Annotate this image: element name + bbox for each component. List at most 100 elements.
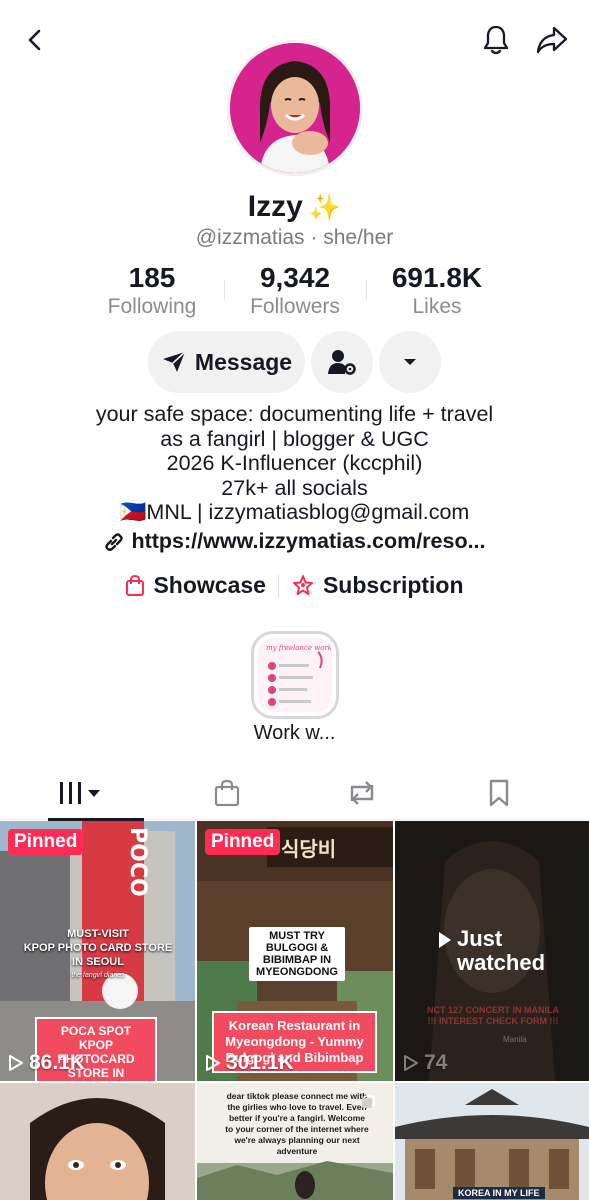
profile-bio: your safe space: documenting life + trav…: [0, 402, 589, 525]
profile-stats: 185 Following 9,342 Followers 691.8K Lik…: [0, 262, 589, 322]
back-button[interactable]: [14, 18, 58, 62]
share-button[interactable]: [530, 18, 574, 62]
feature-row: Showcase Subscription: [0, 572, 589, 599]
pinned-badge: Pinned: [8, 829, 84, 855]
video-6-background: [395, 1083, 589, 1200]
tab-videos[interactable]: [16, 766, 146, 821]
video-1-views: 86.1K: [8, 1051, 85, 1075]
bio-line: 27k+ all socials: [221, 475, 368, 500]
bookmark-icon: [489, 779, 509, 807]
friend-settings-button[interactable]: [311, 331, 373, 393]
highlight-playlist[interactable]: my freelance work: [251, 631, 339, 719]
profile-name: Izzy: [247, 190, 303, 223]
ph-flag-emoji: 🇵🇭: [119, 500, 147, 524]
sparkle-emoji: ✨: [308, 191, 342, 222]
video-thumbnail-2[interactable]: 식당비 Pinned MUST TRY BULGOGI & BIBIMBAP I…: [197, 821, 393, 1081]
video-2-sign: 식당비: [281, 837, 337, 861]
play-icon: [206, 1055, 220, 1071]
stat-divider: [224, 280, 225, 300]
bio-line: 🇵🇭MNL | izzymatiasblog@gmail.com: [0, 500, 589, 525]
star-ribbon-icon: [292, 574, 313, 595]
user-gear-icon: [328, 350, 356, 375]
profile-name-row: Izzy ✨: [0, 190, 589, 224]
stat-followers-value: 9,342: [259, 262, 331, 293]
link-icon: [105, 532, 124, 551]
play-icon: [404, 1055, 418, 1071]
bio-email: MNL | izzymatiasblog@gmail.com: [146, 500, 470, 524]
video-3-caption: NCT 127 CONCERT IN MANILA !!! INTEREST C…: [426, 1005, 559, 1026]
profile-handle: @izzmatias · she/her: [195, 226, 394, 249]
video-thumbnail-4[interactable]: [0, 1083, 195, 1200]
video-2-views: 301.1K: [205, 1051, 294, 1075]
video-thumbnail-1[interactable]: POCO Pinned MUST-VISIT KPOP PHOTO CARD S…: [0, 821, 195, 1081]
video-1-small-caption: the fangirl diaries: [71, 972, 125, 979]
chevron-left-icon: [28, 29, 41, 51]
message-button[interactable]: Message: [148, 331, 305, 393]
tab-saved[interactable]: [434, 766, 564, 820]
send-icon: [162, 351, 186, 372]
video-1-caption-line: IN SEOUL: [72, 956, 124, 968]
stat-following[interactable]: 185 Following: [94, 262, 210, 320]
share-arrow-icon: [536, 26, 568, 54]
video-2-caption: MUST TRY BULGOGI & BIBIMBAP IN MYEONGDON…: [249, 927, 345, 981]
video-thumbnail-6[interactable]: KOREA IN MY LIFE: [395, 1083, 589, 1200]
video-1-caption: MUST-VISIT KPOP PHOTO CARD STORE IN SEOU…: [12, 927, 184, 983]
bio-line: as a fangirl | blogger & UGC: [160, 426, 429, 451]
profile-actions: Message: [0, 331, 589, 393]
showcase-label: Showcase: [153, 572, 266, 598]
video-1-caption-line: MUST-VISIT: [67, 928, 129, 940]
notifications-button[interactable]: [474, 18, 518, 62]
play-icon: [439, 932, 451, 948]
content-tabs: [0, 766, 589, 821]
multi-photo-icon: [362, 1095, 375, 1108]
video-2-view-count: 301.1K: [226, 1051, 294, 1074]
just-watched-label: Just watched: [437, 927, 557, 975]
bio-line: your safe space: documenting life + trav…: [95, 402, 494, 426]
shopping-bag-icon: [214, 779, 240, 807]
subscription-link[interactable]: Subscription: [291, 572, 464, 599]
tab-shop[interactable]: [162, 766, 292, 820]
bio-link[interactable]: https://www.izzymatias.com/reso...: [0, 529, 589, 554]
stat-following-label: Following: [107, 295, 197, 318]
just-watched-text: Just watched: [457, 926, 546, 975]
avatar-photo: [230, 43, 360, 173]
highlight-label: Work w...: [253, 722, 336, 744]
video-1-sign: POCO: [125, 827, 150, 897]
bell-icon: [483, 25, 509, 55]
bio-link-text: https://www.izzymatias.com/reso...: [131, 529, 486, 553]
pinned-badge: Pinned: [205, 829, 281, 855]
stat-likes-label: Likes: [412, 295, 462, 318]
stat-followers[interactable]: 9,342 Followers: [236, 262, 354, 320]
repost-icon: [350, 781, 374, 805]
message-button-label: Message: [194, 348, 293, 375]
bio-line: 2026 K-Influencer (kccphil): [166, 451, 423, 475]
stat-divider: [366, 280, 367, 300]
caret-down-icon: [404, 359, 416, 365]
play-icon: [9, 1055, 23, 1071]
feature-divider: [277, 574, 279, 597]
highlight-thumbnail-image: my freelance work: [258, 638, 332, 712]
video-6-caption: KOREA IN MY LIFE: [453, 1187, 545, 1199]
stat-following-value: 185: [128, 262, 176, 293]
video-1-caption-line: KPOP PHOTO CARD STORE: [23, 942, 173, 954]
svg-text:my freelance work: my freelance work: [266, 644, 332, 652]
stat-likes-value: 691.8K: [391, 262, 483, 293]
video-thumbnail-5[interactable]: dear tiktok please connect me with the g…: [197, 1083, 393, 1200]
video-4-background: [0, 1083, 195, 1200]
video-3-location: Manila: [503, 1035, 527, 1044]
video-thumbnail-3[interactable]: Just watched NCT 127 CONCERT IN MANILA !…: [395, 821, 589, 1081]
showcase-link[interactable]: Showcase: [125, 572, 266, 599]
grid-bars-icon: [60, 782, 100, 804]
more-options-button[interactable]: [379, 331, 441, 393]
video-grid: POCO Pinned MUST-VISIT KPOP PHOTO CARD S…: [0, 821, 589, 1200]
video-3-views: 74: [403, 1051, 447, 1075]
tab-reposts[interactable]: [297, 766, 427, 820]
stat-likes[interactable]: 691.8K Likes: [378, 262, 496, 320]
video-1-view-count: 86.1K: [29, 1051, 86, 1074]
highlight-thumbnail: my freelance work: [258, 638, 332, 712]
subscription-label: Subscription: [322, 572, 464, 598]
video-5-caption: dear tiktok please connect me with the g…: [225, 1091, 369, 1156]
profile-avatar[interactable]: [227, 40, 363, 176]
stat-followers-label: Followers: [250, 295, 340, 318]
shopping-bag-icon: [126, 574, 145, 596]
